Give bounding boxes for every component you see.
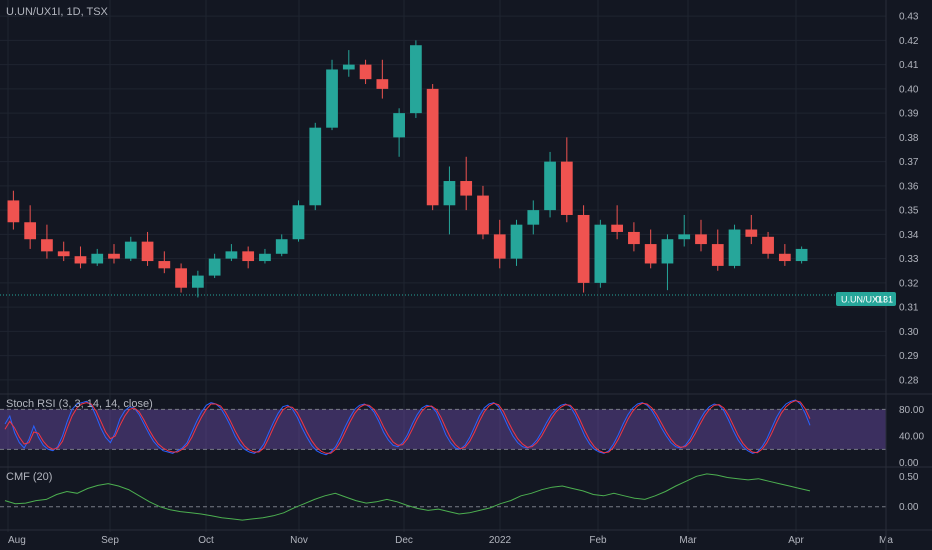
y-tick-label: 0.37 [899, 157, 919, 168]
stoch-rsi-tick-label: 80.00 [899, 405, 924, 416]
x-tick-label: Feb [589, 535, 607, 546]
candle-body [728, 229, 741, 266]
candle-body [292, 205, 305, 240]
candle-body [510, 224, 523, 259]
y-tick-label: 0.36 [899, 181, 919, 192]
candle-body [443, 181, 456, 206]
candle-body [41, 239, 53, 252]
x-tick-label: Oct [198, 535, 214, 546]
y-tick-label: 0.40 [899, 84, 919, 95]
candle-body [644, 244, 657, 264]
y-tick-label: 0.43 [899, 12, 919, 23]
candle-body [7, 200, 20, 223]
pane-separators[interactable] [0, 0, 932, 550]
candle-body [577, 214, 590, 283]
candle-body [393, 113, 405, 138]
x-tick-label: 2022 [489, 535, 512, 546]
y-tick-label: 0.41 [899, 60, 919, 71]
candle-body [560, 161, 573, 215]
candle-body [74, 256, 87, 264]
candle-body [628, 231, 640, 245]
candle-body [493, 234, 506, 259]
candle-body [259, 253, 271, 262]
x-tick-label: Dec [395, 535, 413, 546]
candle-body [124, 241, 137, 259]
cmf-tick-label: 0.50 [899, 472, 919, 483]
candle-body [678, 234, 691, 240]
candle-body [426, 88, 439, 206]
y-tick-label: 0.34 [899, 230, 919, 241]
candle-body [762, 236, 774, 254]
x-tick-label: Nov [290, 535, 308, 546]
candle-body [778, 253, 791, 262]
candle-body [527, 210, 540, 225]
candle-body [158, 261, 171, 269]
x-tick-label: Apr [788, 535, 804, 546]
candle-body [275, 239, 288, 254]
price-tag: U.UN/UX1I 0.31 [836, 292, 896, 306]
candle-body [544, 161, 556, 211]
candle-body [24, 222, 37, 240]
candle-body [91, 253, 104, 264]
candle-body [795, 248, 808, 262]
candle-body [242, 251, 255, 262]
cmf-line-path [4, 473, 811, 521]
candle-body [141, 241, 154, 262]
stoch-rsi-band [0, 408, 886, 450]
y-tick-label: 0.33 [899, 254, 919, 265]
candle-body [208, 258, 221, 276]
candle-body [594, 224, 607, 283]
candle-body [191, 275, 204, 288]
y-tick-label: 0.32 [899, 278, 919, 289]
x-tick-label: Aug [8, 535, 26, 546]
y-tick-label: 0.28 [899, 375, 919, 386]
stoch-rsi-band-fill [0, 409, 886, 450]
price-tag-value: 0.31 [875, 295, 893, 305]
y-tick-label: 0.29 [899, 351, 919, 362]
y-tick-label: 0.30 [899, 327, 919, 338]
y-tick-label: 0.42 [899, 36, 919, 47]
symbol-title[interactable]: U.UN/UX1I, 1D, TSX [6, 6, 108, 18]
candle-body [477, 195, 489, 235]
y-tick-label: 0.35 [899, 206, 919, 217]
candle-body [225, 251, 238, 259]
candle-body [711, 244, 724, 266]
y-tick-label: 0.39 [899, 109, 919, 120]
candle-body [175, 268, 187, 288]
x-tick-label: Sep [101, 535, 119, 546]
y-tick-label: 0.31 [899, 303, 919, 314]
y-tick-label: 0.38 [899, 133, 919, 144]
stoch-rsi-tick-label: 40.00 [899, 432, 924, 443]
stoch-rsi-tick-label: 0.00 [899, 458, 919, 469]
candle-body [611, 224, 624, 232]
cmf-line [0, 473, 886, 521]
x-tick-label: Mar [679, 535, 697, 546]
candle-body [661, 239, 674, 264]
time-axis[interactable]: Aug Sep Oct Nov Dec 2022 Feb Mar Apr Ma [8, 535, 893, 546]
candle-body [359, 64, 372, 80]
stoch-rsi-title[interactable]: Stoch RSI (3, 3, 14, 14, close) [6, 398, 153, 410]
price-axis[interactable]: 0.28 0.29 0.30 0.31 0.32 0.33 0.34 0.35 0.36 0.37… [899, 12, 924, 514]
chart-canvas[interactable]: 0.28 0.29 0.30 0.31 0.32 0.33 0.34 0.35 0.36 0.37… [0, 0, 932, 550]
candle-body [326, 69, 338, 128]
candle-body [376, 79, 389, 89]
candle-body [460, 181, 473, 196]
candle-body [309, 127, 322, 206]
candle-body [57, 251, 70, 257]
candle-body [745, 229, 758, 237]
candle-body [410, 45, 422, 114]
candle-body [108, 253, 120, 259]
cmf-title[interactable]: CMF (20) [6, 471, 52, 483]
cmf-tick-label: 0.00 [899, 502, 919, 513]
candle-body [695, 234, 707, 245]
candle-body [342, 64, 355, 70]
